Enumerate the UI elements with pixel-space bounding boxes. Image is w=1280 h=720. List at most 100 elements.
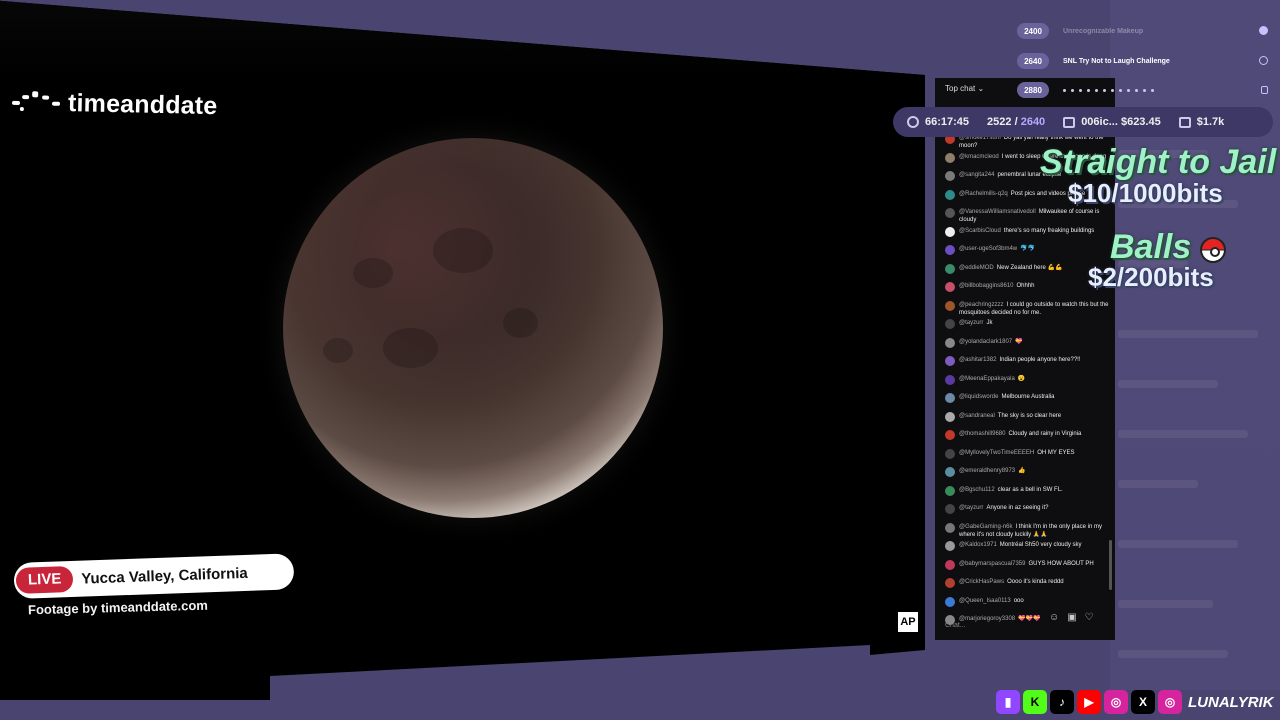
super-chat-icon[interactable]: ▣ <box>1067 612 1076 623</box>
goal-number: 2400 <box>1017 23 1049 39</box>
avatar <box>945 430 955 440</box>
chat-message: @liquidsworde Melbourne Australia <box>945 393 1110 403</box>
twitch-icon[interactable]: ▮ <box>996 690 1020 714</box>
goal-number: 2640 <box>1017 53 1049 69</box>
eclipse-moon-image <box>283 138 663 518</box>
chat-message: @thomashill9680 Cloudy and rainy in Virgi… <box>945 430 1110 440</box>
chat-input[interactable]: Chat... <box>945 620 1055 634</box>
goal-label: Unrecognizable Makeup <box>1063 27 1144 35</box>
goal-number: 2880 <box>1017 82 1049 98</box>
subs-current: 2522 <box>987 116 1012 128</box>
chat-username[interactable]: @Queen_Isaa0113 <box>959 598 1011 604</box>
tiktok-icon[interactable]: ♪ <box>1050 690 1074 714</box>
chat-username[interactable]: @billbobaggins8610 <box>959 283 1013 289</box>
chat-message: @user-ugeSof3bm4w 🐬🐬 <box>945 245 1110 255</box>
chat-message: @GabeGaming-n6k I think I'm in the only p… <box>945 523 1110 539</box>
chat-username[interactable]: @user-ugeSof3bm4w <box>959 246 1017 252</box>
chat-message: @eddieMOD New Zealand here 💪💪 <box>945 264 1110 274</box>
chat-message: @tayzurr Jk <box>945 319 1110 329</box>
kick-icon[interactable]: K <box>1023 690 1047 714</box>
stream-video[interactable]: timeanddate LIVE Yucca Valley, Californi… <box>0 0 925 700</box>
avatar <box>945 153 955 163</box>
goal-item: 2640 SNL Try Not to Laugh Challenge <box>1017 51 1272 71</box>
chat-message: @sandraneal The sky is so clear here <box>945 412 1110 422</box>
avatar <box>945 486 955 496</box>
chat-username[interactable]: @Bgschu112 <box>959 487 995 493</box>
avatar <box>945 338 955 348</box>
chat-text: Indian people anyone here??!! <box>999 357 1081 363</box>
ap-logo: AP <box>898 612 918 632</box>
pokeball-icon <box>1200 237 1226 263</box>
avatar <box>945 375 955 385</box>
chat-username[interactable]: @Kaldox1971 <box>959 542 997 548</box>
chat-text: Anyone in az seeing it? <box>986 505 1049 511</box>
money-bag-icon <box>1063 116 1076 128</box>
chat-username[interactable]: @tayzurr <box>959 320 983 326</box>
chat-message: @MeenaEppakayala 😮 <box>945 375 1110 385</box>
chat-username[interactable]: @ashitar1382 <box>959 357 996 363</box>
chat-username[interactable]: @GabeGaming-n6k <box>959 524 1012 530</box>
chat-username[interactable]: @babymarspascual7359 <box>959 561 1025 567</box>
chat-mode-selector[interactable]: Top chat ⌄ <box>945 84 984 93</box>
chat-username[interactable]: @VanessaWilliamsnativedoll <box>959 209 1036 215</box>
avatar <box>945 190 955 200</box>
avatar <box>945 393 955 403</box>
chat-message: @Bgschu112 clear as a bell in SW FL. <box>945 486 1110 496</box>
timeanddate-mark-icon <box>11 90 64 115</box>
chat-username[interactable]: @Rachelmills-q2q <box>959 191 1008 197</box>
top-donor: 006ic... <box>1081 116 1118 128</box>
chat-username[interactable]: @eddieMOD <box>959 265 994 271</box>
chat-username[interactable]: @thomashill9680 <box>959 431 1005 437</box>
chat-username[interactable]: @kmacmcleod <box>959 154 999 160</box>
chat-username[interactable]: @liquidsworde <box>959 394 998 400</box>
chat-text: Jk <box>986 320 993 326</box>
avatar <box>945 319 955 329</box>
chat-message: @MyllovelyTwoTimeEEEEH OH MY EYES <box>945 449 1110 459</box>
youtube-icon[interactable]: ▶ <box>1077 690 1101 714</box>
instagram-icon[interactable]: ◎ <box>1158 690 1182 714</box>
chat-username[interactable]: @sangita244 <box>959 172 994 178</box>
footage-credit: Footage by timeanddate.com <box>27 597 209 618</box>
chat-message: @tayzurr Anyone in az seeing it? <box>945 504 1110 514</box>
avatar <box>945 412 955 422</box>
social-links: ▮ K ♪ ▶ ◎ X ◎ LUNALYRIK <box>996 690 1274 714</box>
chat-username[interactable]: @MyllovelyTwoTimeEEEEH <box>959 450 1034 456</box>
chat-message: @VanessaWilliamsnativedoll Milwaukee of c… <box>945 208 1110 224</box>
chat-scrollbar[interactable] <box>1109 540 1112 590</box>
chat-message: @ashitar1382 Indian people anyone here??!… <box>945 356 1110 366</box>
chat-username[interactable]: @CrickHasPaws <box>959 579 1004 585</box>
emoji-icon[interactable]: ☺ <box>1049 612 1059 623</box>
social-handle: LUNALYRIK <box>1188 693 1274 711</box>
chat-username[interactable]: @ScarbisCloud <box>959 228 1001 234</box>
brand-name: timeanddate <box>67 89 218 121</box>
stream-stats-bar: 66:17:45 2522 / 2640 006ic... $623.45 $1… <box>893 107 1273 137</box>
subathon-timer: 66:17:45 <box>925 116 970 128</box>
lock-icon <box>1261 86 1268 94</box>
chat-message: @Kaldox1971 Montréal Sh50 very cloudy sky <box>945 541 1110 551</box>
chat-username[interactable]: @yolandaclark1807 <box>959 339 1012 345</box>
top-donor-amount: $623.45 <box>1120 116 1161 128</box>
chat-text: clear as a bell in SW FL. <box>997 487 1063 493</box>
chat-username[interactable]: @tayzurr <box>959 505 983 511</box>
chat-text: 😮 <box>1017 376 1026 382</box>
chat-message: @yolandaclark1807 💝 <box>945 338 1110 348</box>
avatar <box>945 541 955 551</box>
instagram-icon[interactable]: ◎ <box>1104 690 1128 714</box>
chat-text: 💝 <box>1015 339 1023 345</box>
chat-message: @CrickHasPaws Oooo it's kinda reddd <box>945 578 1110 588</box>
chat-username[interactable]: @MeenaEppakayala <box>959 376 1015 382</box>
chat-username[interactable]: @peachringzzzz <box>959 302 1003 308</box>
heart-icon[interactable]: ♡ <box>1085 612 1094 623</box>
avatar <box>945 264 955 274</box>
x-icon[interactable]: X <box>1131 690 1155 714</box>
goal-item: 2400 Unrecognizable Makeup <box>1017 21 1272 41</box>
chat-username[interactable]: @sandraneal <box>959 413 995 419</box>
chevron-down-icon: ⌄ <box>977 84 985 93</box>
avatar <box>945 523 955 533</box>
location-label: Yucca Valley, California <box>81 564 248 588</box>
chat-text: ooo <box>1013 598 1024 604</box>
avatar <box>945 578 955 588</box>
goal-complete-icon <box>1259 26 1268 35</box>
chat-username[interactable]: @emeraldhenry8973 <box>959 468 1015 474</box>
goal-item: 2880 <box>1017 80 1272 100</box>
